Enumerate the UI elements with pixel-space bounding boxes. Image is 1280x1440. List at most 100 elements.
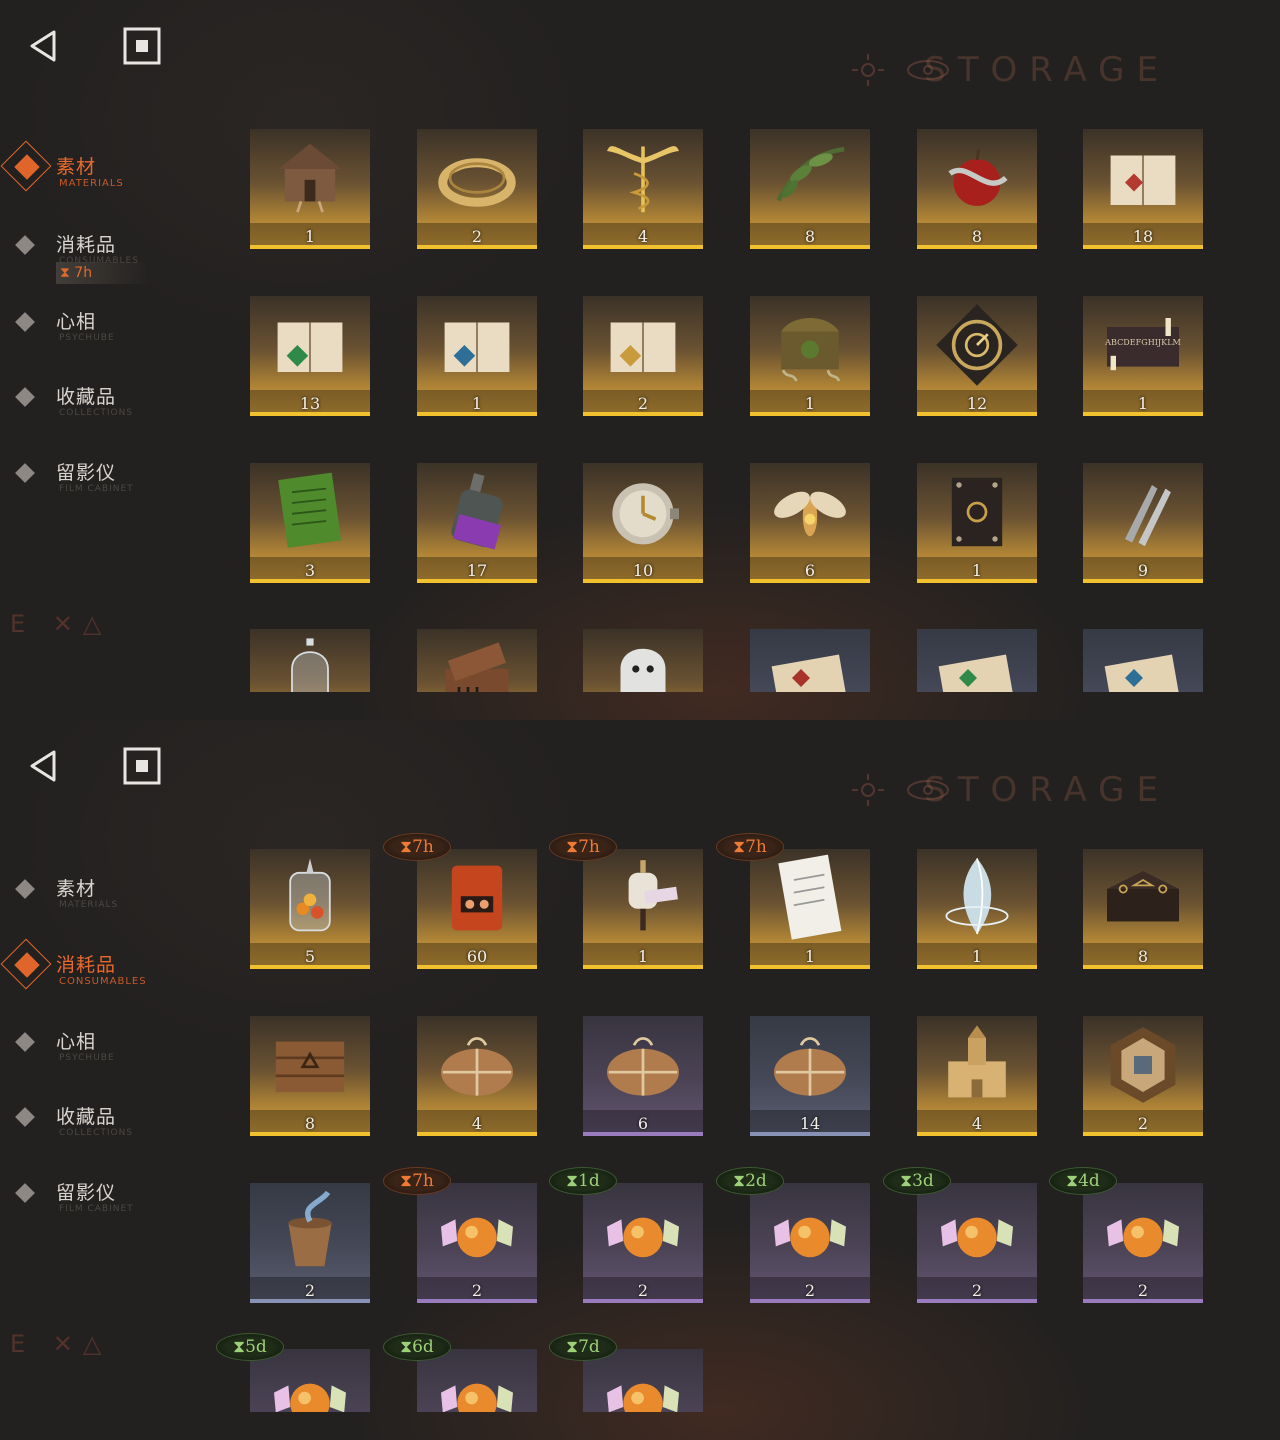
item-slot[interactable]: 3 xyxy=(250,463,370,583)
hourglass-icon: ⧗ xyxy=(60,265,70,281)
nav-item-psychube[interactable]: 心相 PSYCHUBE xyxy=(14,1025,224,1075)
hourglass-icon: ⧗ xyxy=(566,837,579,857)
red-scroll-icon xyxy=(771,654,849,692)
item-slot[interactable]: 4 xyxy=(417,1016,537,1136)
nav-item-materials[interactable]: 素材 MATERIALS xyxy=(14,872,224,922)
expiry-timer-badge: ⧗3d xyxy=(883,1167,951,1195)
blue-book-icon xyxy=(444,322,510,372)
nav-label: 收藏品 xyxy=(56,386,117,408)
clockwork-icon xyxy=(936,304,1018,386)
root-chest-icon xyxy=(781,318,841,382)
item-slot[interactable]: 8 xyxy=(1083,849,1203,969)
item-slot[interactable]: 18 xyxy=(1083,129,1203,249)
expiry-timer-badge: ⧗4d xyxy=(1049,1167,1117,1195)
red-book-icon xyxy=(1110,155,1176,205)
music-box-icon xyxy=(445,642,509,692)
timer-text: 7h xyxy=(745,837,767,857)
item-slot[interactable]: 4 xyxy=(583,129,703,249)
nav-item-psychube[interactable]: 心相 PSYCHUBE xyxy=(14,305,224,355)
item-slot[interactable]: 12 xyxy=(917,296,1037,416)
timer-text: 4d xyxy=(1078,1171,1100,1191)
consumables-timer-badge: ⧗ 7h xyxy=(56,262,150,284)
nav-label: 心相 xyxy=(56,311,97,333)
nav-sublabel: PSYCHUBE xyxy=(59,333,115,343)
item-slot[interactable]: 1 xyxy=(750,849,870,969)
item-count: 18 xyxy=(1132,227,1154,246)
item-count: 8 xyxy=(804,227,816,246)
bottle-icon xyxy=(451,473,503,550)
item-slot[interactable]: 2 xyxy=(417,129,537,249)
candy-icon xyxy=(941,1217,1013,1258)
item-slot[interactable]: 2 xyxy=(417,1183,537,1303)
item-slot[interactable] xyxy=(583,629,703,692)
item-slot[interactable] xyxy=(750,629,870,692)
item-slot[interactable]: 2 xyxy=(750,1183,870,1303)
item-slot[interactable]: 9 xyxy=(1083,463,1203,583)
green-book-icon xyxy=(277,322,343,372)
item-slot[interactable]: 8 xyxy=(250,1016,370,1136)
nav-item-materials[interactable]: 素材 MATERIALS xyxy=(0,140,224,200)
item-slot[interactable]: 8 xyxy=(750,129,870,249)
timer-text: 7h xyxy=(412,837,434,857)
nav-label: 心相 xyxy=(56,1031,97,1053)
item-slot[interactable] xyxy=(417,629,537,692)
item-count: 2 xyxy=(471,1281,483,1300)
item-count: 4 xyxy=(971,1114,983,1133)
expiry-timer-badge: ⧗2d xyxy=(716,1167,784,1195)
item-slot[interactable]: 1 xyxy=(917,849,1037,969)
item-slot[interactable] xyxy=(917,629,1037,692)
expiry-timer-badge: ⧗7h xyxy=(716,833,784,861)
item-slot[interactable]: 14 xyxy=(750,1016,870,1136)
hourglass-icon: ⧗ xyxy=(733,837,746,857)
candy-icon xyxy=(1107,1217,1179,1258)
item-slot[interactable]: 6 xyxy=(583,1016,703,1136)
item-count: 4 xyxy=(471,1114,483,1133)
item-slot[interactable]: 2 xyxy=(583,296,703,416)
item-slot[interactable]: 5 xyxy=(250,849,370,969)
item-slot[interactable]: 17 xyxy=(417,463,537,583)
svg-text:ABCDEFGHIJKLM: ABCDEFGHIJKLM xyxy=(1104,337,1181,347)
item-slot[interactable] xyxy=(250,629,370,692)
item-slot[interactable]: 10 xyxy=(583,463,703,583)
item-slot[interactable]: 2 xyxy=(583,1183,703,1303)
item-slot[interactable]: 2 xyxy=(250,1183,370,1303)
item-slot[interactable]: ABCDEFGHIJKLM 1 xyxy=(1083,296,1203,416)
expiry-timer-badge: ⧗7h xyxy=(383,833,451,861)
item-count: 14 xyxy=(799,1114,821,1133)
nav-sublabel: PSYCHUBE xyxy=(59,1053,115,1063)
item-count: 8 xyxy=(971,227,983,246)
item-slot[interactable]: 13 xyxy=(250,296,370,416)
item-slot[interactable]: 1 xyxy=(917,463,1037,583)
item-slot[interactable]: 1 xyxy=(250,129,370,249)
nav-item-consumables[interactable]: 消耗品 CONSUMABLES xyxy=(0,938,224,998)
item-count: 13 xyxy=(299,394,321,413)
hourglass-icon: ⧗ xyxy=(566,1171,579,1191)
item-count: 1 xyxy=(637,947,649,966)
nav-item-collections[interactable]: 收藏品 COLLECTIONS xyxy=(14,380,224,430)
candy-jar-icon xyxy=(289,858,331,932)
item-slot[interactable]: 2 xyxy=(917,1183,1037,1303)
item-slot[interactable]: 2 xyxy=(1083,1016,1203,1136)
nav-sublabel: COLLECTIONS xyxy=(59,408,134,418)
nav-item-film-cabinet[interactable]: 留影仪 FILM CABINET xyxy=(14,456,224,506)
bell-jar-icon xyxy=(291,638,329,692)
diamond-icon xyxy=(15,463,35,483)
expiry-timer-badge: ⧗7h xyxy=(383,1167,451,1195)
item-slot[interactable]: 6 xyxy=(750,463,870,583)
item-slot[interactable]: 4 xyxy=(917,1016,1037,1136)
item-slot[interactable]: 1 xyxy=(750,296,870,416)
timer-text: 7h xyxy=(74,265,93,281)
nav-label: 收藏品 xyxy=(56,1106,117,1128)
nav-item-film-cabinet[interactable]: 留影仪 FILM CABINET xyxy=(14,1176,224,1226)
item-slot[interactable]: 8 xyxy=(917,129,1037,249)
item-slot[interactable]: 1 xyxy=(583,849,703,969)
item-slot[interactable]: 60 xyxy=(417,849,537,969)
item-count: 1 xyxy=(971,561,983,580)
candy-icon xyxy=(274,1383,346,1412)
item-slot[interactable] xyxy=(1083,629,1203,692)
nav-item-collections[interactable]: 收藏品 COLLECTIONS xyxy=(14,1100,224,1150)
red-device-icon xyxy=(451,865,503,931)
item-count: 3 xyxy=(304,561,316,580)
item-slot[interactable]: 2 xyxy=(1083,1183,1203,1303)
item-slot[interactable]: 1 xyxy=(417,296,537,416)
